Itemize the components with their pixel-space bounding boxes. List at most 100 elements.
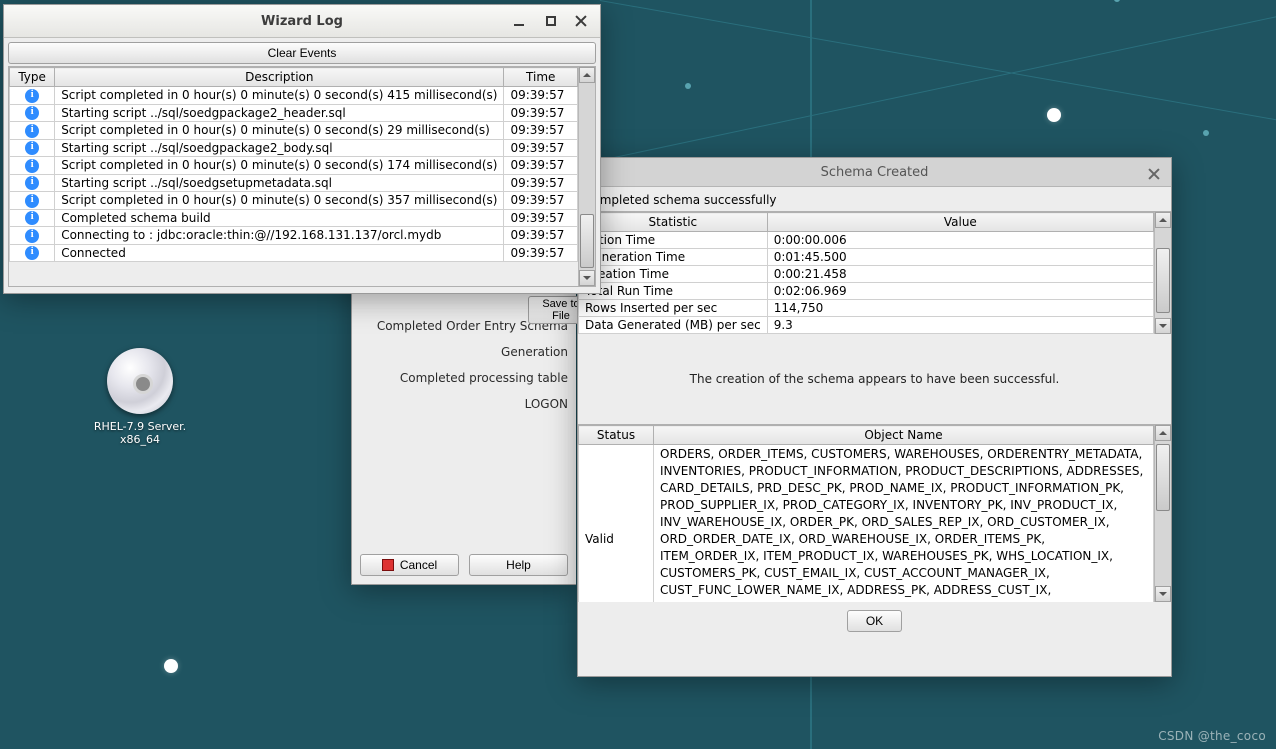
table-row[interactable]: Starting script ../sql/soedgpackage2_hea… xyxy=(10,104,578,122)
ok-button[interactable]: OK xyxy=(847,610,902,632)
description-cell: Starting script ../sql/soedgsetupmetadat… xyxy=(55,174,504,192)
status-cell: Valid xyxy=(579,445,654,603)
col-status[interactable]: Status xyxy=(579,426,654,445)
info-icon xyxy=(25,246,39,260)
stat-value-cell: 0:00:21.458 xyxy=(767,266,1153,283)
description-cell: Script completed in 0 hour(s) 0 minute(s… xyxy=(55,192,504,210)
disc-icon xyxy=(107,348,173,414)
scroll-track[interactable] xyxy=(1155,228,1171,318)
close-icon[interactable] xyxy=(572,12,590,30)
log-scrollbar[interactable] xyxy=(578,67,595,286)
description-cell: Starting script ../sql/soedgpackage2_hea… xyxy=(55,104,504,122)
stat-name-cell: Total Run Time xyxy=(579,283,768,300)
titlebar[interactable]: Wizard Log xyxy=(4,5,600,38)
cancel-label: Cancel xyxy=(400,558,437,572)
col-description[interactable]: Description xyxy=(55,68,504,87)
description-cell: Script completed in 0 hour(s) 0 minute(s… xyxy=(55,87,504,105)
objects-scrollbar[interactable] xyxy=(1154,425,1171,602)
stat-value-cell: 0:00:00.006 xyxy=(767,232,1153,249)
table-row[interactable]: Valid ORDERS, ORDER_ITEMS, CUSTOMERS, WA… xyxy=(579,445,1154,603)
watermark: CSDN @the_coco xyxy=(1158,729,1266,743)
scroll-thumb[interactable] xyxy=(1156,248,1170,313)
table-row[interactable]: Script completed in 0 hour(s) 0 minute(s… xyxy=(10,192,578,210)
table-row[interactable]: Generation Time0:01:45.500 xyxy=(579,249,1154,266)
clear-events-button[interactable]: Clear Events xyxy=(8,42,596,64)
table-row[interactable]: ection Time0:00:00.006 xyxy=(579,232,1154,249)
time-cell: 09:39:57 xyxy=(504,192,578,210)
info-icon xyxy=(25,211,39,225)
desktop-icon-rhel[interactable]: RHEL-7.9 Server. x86_64 xyxy=(90,348,190,446)
type-cell xyxy=(10,192,55,210)
time-cell: 09:39:57 xyxy=(504,122,578,140)
close-icon[interactable] xyxy=(1145,165,1163,183)
stat-value-cell: 0:01:45.500 xyxy=(767,249,1153,266)
col-statistic[interactable]: Statistic xyxy=(579,213,768,232)
maximize-icon[interactable] xyxy=(542,12,560,30)
col-object-name[interactable]: Object Name xyxy=(654,426,1154,445)
col-type[interactable]: Type xyxy=(10,68,55,87)
time-cell: 09:39:57 xyxy=(504,174,578,192)
scroll-thumb[interactable] xyxy=(580,214,594,268)
type-cell xyxy=(10,87,55,105)
scroll-track[interactable] xyxy=(579,83,595,270)
type-cell xyxy=(10,244,55,262)
info-icon xyxy=(25,124,39,138)
table-row[interactable]: Starting script ../sql/soedgsetupmetadat… xyxy=(10,174,578,192)
table-row[interactable]: Script completed in 0 hour(s) 0 minute(s… xyxy=(10,122,578,140)
description-cell: Connecting to : jdbc:oracle:thin:@//192.… xyxy=(55,227,504,245)
time-cell: 09:39:57 xyxy=(504,227,578,245)
table-row[interactable]: Total Run Time0:02:06.969 xyxy=(579,283,1154,300)
scroll-down-icon[interactable] xyxy=(1155,318,1171,334)
table-row[interactable]: Connecting to : jdbc:oracle:thin:@//192.… xyxy=(10,227,578,245)
type-cell xyxy=(10,157,55,175)
scroll-track[interactable] xyxy=(1155,441,1171,586)
scroll-down-icon[interactable] xyxy=(579,270,595,286)
info-icon xyxy=(25,194,39,208)
object-names-cell: ORDERS, ORDER_ITEMS, CUSTOMERS, WAREHOUS… xyxy=(654,445,1154,603)
cancel-button[interactable]: Cancel xyxy=(360,554,459,576)
table-row[interactable]: Script completed in 0 hour(s) 0 minute(s… xyxy=(10,157,578,175)
titlebar[interactable]: Schema Created xyxy=(578,158,1171,187)
description-cell: Script completed in 0 hour(s) 0 minute(s… xyxy=(55,157,504,175)
description-cell: Starting script ../sql/soedgpackage2_bod… xyxy=(55,139,504,157)
minimize-icon[interactable] xyxy=(510,12,528,30)
scroll-down-icon[interactable] xyxy=(1155,586,1171,602)
scroll-up-icon[interactable] xyxy=(1155,212,1171,228)
time-cell: 09:39:57 xyxy=(504,209,578,227)
table-row[interactable]: Connected09:39:57 xyxy=(10,244,578,262)
stat-value-cell: 9.3 xyxy=(767,317,1153,334)
stat-name-cell: Creation Time xyxy=(579,266,768,283)
scroll-up-icon[interactable] xyxy=(1155,425,1171,441)
table-row[interactable]: Completed schema build09:39:57 xyxy=(10,209,578,227)
dialog-title: Schema Created xyxy=(821,165,929,180)
stats-scrollbar[interactable] xyxy=(1154,212,1171,334)
table-row[interactable]: Data Generated (MB) per sec9.3 xyxy=(579,317,1154,334)
table-row[interactable]: Starting script ../sql/soedgpackage2_bod… xyxy=(10,139,578,157)
status-line: Completed processing table LOGON xyxy=(360,365,568,417)
window-title: Wizard Log xyxy=(261,14,343,29)
help-button[interactable]: Help xyxy=(469,554,568,576)
type-cell xyxy=(10,227,55,245)
type-cell xyxy=(10,104,55,122)
success-message: Completed schema successfully xyxy=(578,187,1171,211)
info-icon xyxy=(25,229,39,243)
description-cell: Script completed in 0 hour(s) 0 minute(s… xyxy=(55,122,504,140)
stat-name-cell: Data Generated (MB) per sec xyxy=(579,317,768,334)
stat-name-cell: ection Time xyxy=(579,232,768,249)
col-time[interactable]: Time xyxy=(504,68,578,87)
info-icon xyxy=(25,89,39,103)
table-row[interactable]: Rows Inserted per sec114,750 xyxy=(579,300,1154,317)
table-row[interactable]: Creation Time0:00:21.458 xyxy=(579,266,1154,283)
time-cell: 09:39:57 xyxy=(504,87,578,105)
table-row[interactable]: Script completed in 0 hour(s) 0 minute(s… xyxy=(10,87,578,105)
time-cell: 09:39:57 xyxy=(504,157,578,175)
col-value[interactable]: Value xyxy=(767,213,1153,232)
time-cell: 09:39:57 xyxy=(504,104,578,122)
scroll-up-icon[interactable] xyxy=(579,67,595,83)
schema-created-dialog: Schema Created Completed schema successf… xyxy=(577,157,1172,677)
wizard-log-table: Type Description Time Script completed i… xyxy=(9,67,578,262)
scroll-thumb[interactable] xyxy=(1156,444,1170,511)
stat-value-cell: 0:02:06.969 xyxy=(767,283,1153,300)
info-icon xyxy=(25,141,39,155)
description-cell: Connected xyxy=(55,244,504,262)
